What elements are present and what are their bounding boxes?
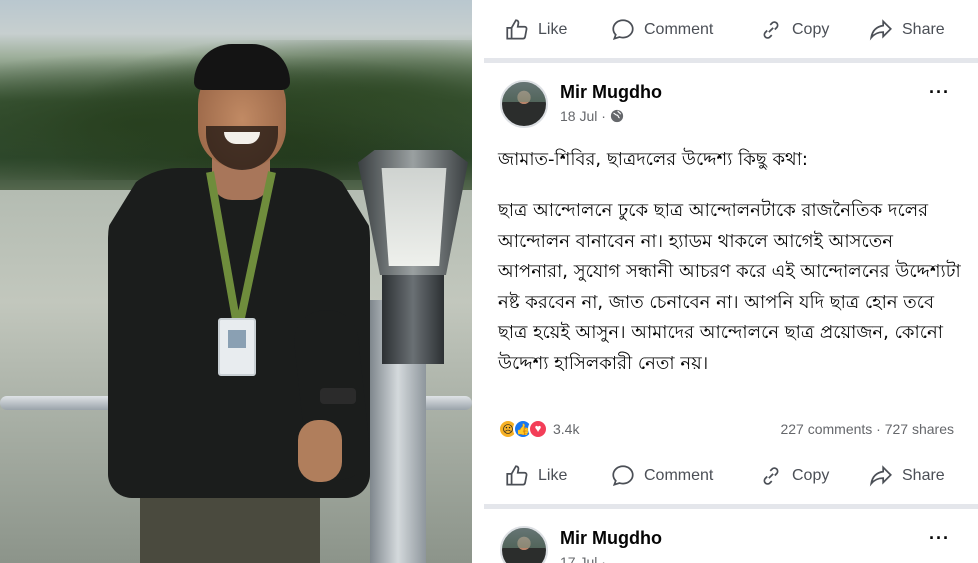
copy-icon xyxy=(763,21,779,39)
post-date[interactable]: 17 Jul · xyxy=(560,554,606,563)
photo-person-hand xyxy=(298,420,342,482)
post-photo[interactable] xyxy=(0,0,472,563)
share-button[interactable]: Share xyxy=(868,17,945,43)
like-button[interactable]: Like xyxy=(504,17,567,43)
more-options-icon[interactable]: ··· xyxy=(929,82,950,103)
share-icon xyxy=(869,19,892,41)
photo-id-card xyxy=(218,318,256,376)
photo-lamp-neck xyxy=(382,272,444,364)
like-icon xyxy=(506,465,528,486)
like-button[interactable]: Like xyxy=(504,463,567,489)
globe-icon xyxy=(610,109,624,123)
reactions-summary[interactable]: ☹ 👍 ♥ 3.4k xyxy=(498,419,579,439)
like-label: Like xyxy=(538,21,568,38)
top-action-bar: Like Comment Copy Share xyxy=(472,0,978,60)
post-stats: ☹ 👍 ♥ 3.4k 227 comments · 727 shares xyxy=(498,416,954,442)
copy-button[interactable]: Copy xyxy=(758,17,829,43)
post-date[interactable]: 18 Jul · xyxy=(560,108,606,124)
author-name[interactable]: Mir Mugdho xyxy=(560,528,662,549)
post-header: Mir Mugdho 18 Jul · ··· xyxy=(500,80,970,140)
post-meta: 18 Jul · xyxy=(560,108,624,124)
avatar[interactable] xyxy=(500,80,548,128)
post-body: ছাত্র আন্দোলনে ঢুকে ছাত্র আন্দোলনটাকে রা… xyxy=(498,200,961,374)
comment-label: Comment xyxy=(644,467,714,484)
post-divider xyxy=(484,58,978,63)
comment-icon xyxy=(612,465,634,487)
copy-button[interactable]: Copy xyxy=(758,463,829,489)
comment-button[interactable]: Comment xyxy=(610,17,713,43)
author-name[interactable]: Mir Mugdho xyxy=(560,82,662,103)
post-title: জামাত-শিবির, ছাত্রদলের উদ্দেশ্য কিছু কথা… xyxy=(498,149,808,170)
comment-label: Comment xyxy=(644,21,714,38)
photo-watch xyxy=(320,388,356,404)
bottom-action-bar: Like Comment Copy Share xyxy=(472,446,978,506)
share-button[interactable]: Share xyxy=(868,463,945,489)
feed-panel: Like Comment Copy Share Mir Mugdho 18 Ju… xyxy=(472,0,978,563)
post-meta: 17 Jul · xyxy=(560,554,606,563)
copy-icon xyxy=(763,467,779,485)
like-icon xyxy=(506,19,528,40)
comment-button[interactable]: Comment xyxy=(610,463,713,489)
more-options-icon[interactable]: ··· xyxy=(929,528,950,549)
share-icon xyxy=(869,465,892,487)
engagement-counts[interactable]: 227 comments · 727 shares xyxy=(780,421,954,437)
copy-label: Copy xyxy=(792,467,830,484)
post-divider xyxy=(484,504,978,509)
love-reaction-icon: ♥ xyxy=(528,419,548,439)
share-label: Share xyxy=(902,467,945,484)
avatar[interactable] xyxy=(500,526,548,563)
comment-icon xyxy=(612,19,634,41)
reaction-count: 3.4k xyxy=(553,421,580,437)
copy-label: Copy xyxy=(792,21,830,38)
share-label: Share xyxy=(902,21,945,38)
next-post-header: Mir Mugdho 17 Jul · ··· xyxy=(500,526,970,563)
photo-lamp-glass xyxy=(381,168,447,266)
like-label: Like xyxy=(538,467,568,484)
